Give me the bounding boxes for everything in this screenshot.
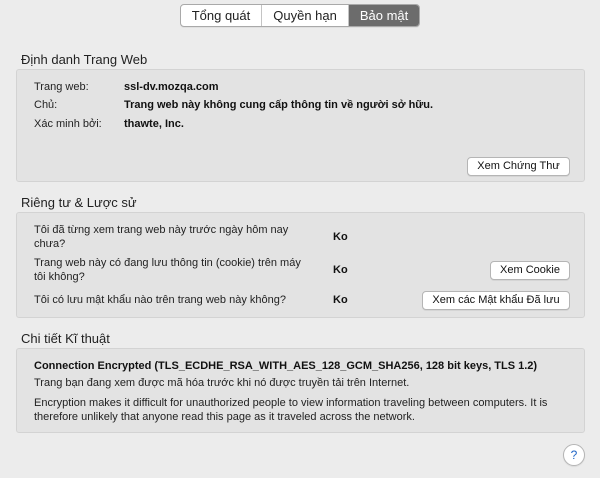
view-cookies-button[interactable]: Xem Cookie [490,261,570,280]
help-button[interactable]: ? [563,444,585,466]
visited-question-line2: chưa? [34,238,66,250]
privacy-section-title: Riêng tư & Lược sử [21,195,137,210]
question-mark-icon: ? [570,448,578,462]
technical-section-title: Chi tiết Kĩ thuật [21,331,110,346]
identity-panel: Trang web: ssl-dv.mozqa.com Chủ: Trang w… [16,69,585,182]
website-label: Trang web: [34,81,89,93]
cookie-answer: Ko [333,264,348,276]
technical-panel: Connection Encrypted (TLS_ECDHE_RSA_WITH… [16,348,585,433]
tab-bar: Tổng quát Quyền hạn Bảo mật [0,4,600,27]
tab-permissions[interactable]: Quyền hạn [262,5,349,26]
tab-security[interactable]: Bảo mật [348,5,420,26]
verifier-label: Xác minh bởi: [34,118,102,130]
owner-label: Chủ: [34,99,58,111]
cookie-question-line2: tôi không? [34,271,85,283]
encryption-explanation-line2: therefore unlikely that anyone read this… [34,411,415,423]
encrypted-note: Trang bạn đang xem được mã hóa trước khi… [34,377,410,389]
encryption-explanation-line1: Encryption makes it difficult for unauth… [34,397,548,409]
segmented-tabs: Tổng quát Quyền hạn Bảo mật [179,4,421,27]
tab-general[interactable]: Tổng quát [181,5,263,26]
identity-section-title: Định danh Trang Web [21,52,148,67]
visited-question-line1: Tôi đã từng xem trang web này trước ngày… [34,224,289,236]
password-answer: Ko [333,294,348,306]
view-certificate-button[interactable]: Xem Chứng Thư [467,157,570,176]
website-value: ssl-dv.mozqa.com [124,81,219,93]
owner-value: Trang web này không cung cấp thông tin v… [124,99,434,111]
cookie-question-line1: Trang web này có đang lưu thông tin (coo… [34,257,301,269]
connection-summary: Connection Encrypted (TLS_ECDHE_RSA_WITH… [34,360,538,372]
password-question: Tôi có lưu mật khẩu nào trên trang web n… [34,294,286,306]
visited-answer: Ko [333,231,348,243]
privacy-panel: Tôi đã từng xem trang web này trước ngày… [16,212,585,318]
view-saved-passwords-button[interactable]: Xem các Mật khẩu Đã lưu [422,291,570,310]
verifier-value: thawte, Inc. [124,118,184,130]
